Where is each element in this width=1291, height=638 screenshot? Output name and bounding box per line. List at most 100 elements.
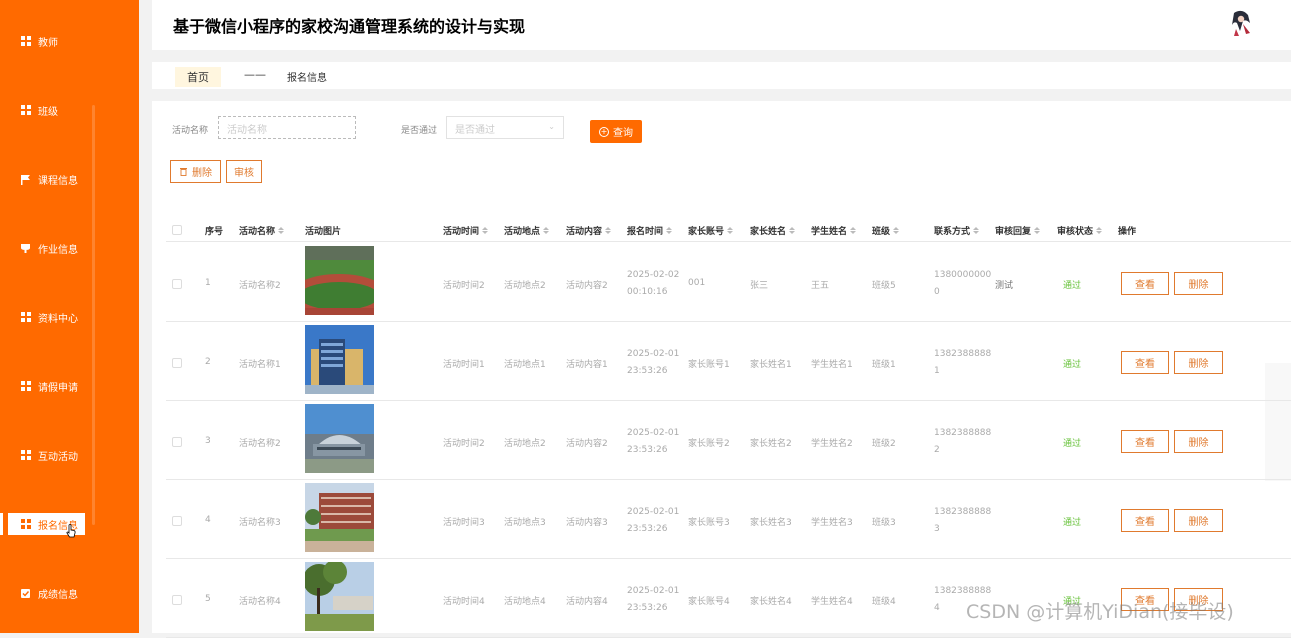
column-header[interactable]: 审核状态 xyxy=(1057,224,1103,237)
column-header[interactable]: 活动内容 xyxy=(566,224,612,237)
column-header[interactable]: 报名时间 xyxy=(627,224,673,237)
view-button[interactable]: 查看 xyxy=(1121,430,1169,453)
row-delete-button[interactable]: 删除 xyxy=(1174,509,1223,532)
row-delete-button[interactable]: 删除 xyxy=(1174,351,1223,374)
column-header[interactable]: 审核回复 xyxy=(995,224,1041,237)
cell-class: 班级5 xyxy=(872,281,896,291)
view-button[interactable]: 查看 xyxy=(1121,272,1169,295)
cell-activity-time: 活动时间3 xyxy=(443,518,485,528)
cell-class: 班级3 xyxy=(872,518,896,528)
cell-activity-place: 活动地点4 xyxy=(504,597,546,607)
sort-icon[interactable] xyxy=(278,227,285,234)
column-header[interactable]: 活动时间 xyxy=(443,224,489,237)
column-header[interactable]: 序号 xyxy=(205,224,223,237)
cell-parent-account: 001 xyxy=(688,278,706,288)
row-delete-button[interactable]: 删除 xyxy=(1174,430,1223,453)
row-checkbox[interactable] xyxy=(172,516,182,526)
view-button[interactable]: 查看 xyxy=(1121,351,1169,374)
cell-student-name: 学生姓名3 xyxy=(811,518,853,528)
search-button[interactable]: + 查询 xyxy=(590,120,642,143)
cell-class: 班级2 xyxy=(872,439,896,449)
sidebar-item-homework[interactable]: 作业信息 xyxy=(8,237,85,259)
cell-parent-name: 家长姓名1 xyxy=(750,360,792,370)
row-delete-button[interactable]: 删除 xyxy=(1174,272,1223,295)
cell-no: 4 xyxy=(205,515,211,525)
cell-activity-content: 活动内容4 xyxy=(566,597,608,607)
watermark: CSDN @计算机YiDian(接毕设) xyxy=(966,601,1234,623)
activity-image[interactable] xyxy=(305,404,374,473)
sidebar-item-teacher[interactable]: 教师 xyxy=(8,30,85,52)
row-checkbox[interactable] xyxy=(172,279,182,289)
sort-icon[interactable] xyxy=(482,227,489,234)
main-area: 基于微信小程序的家校沟通管理系统的设计与实现 首页 —— 报名信息 活动名称 活… xyxy=(152,0,1291,638)
sort-icon[interactable] xyxy=(543,227,550,234)
breadcrumb-current: 报名信息 xyxy=(287,73,327,84)
select-all-checkbox[interactable] xyxy=(172,225,182,235)
cell-no: 5 xyxy=(205,594,211,604)
column-header[interactable]: 活动地点 xyxy=(504,224,550,237)
cell-phone: 13823888883 xyxy=(934,507,992,534)
column-header[interactable]: 家长姓名 xyxy=(750,224,796,237)
activity-name-input[interactable]: 活动名称 xyxy=(218,116,356,139)
row-checkbox[interactable] xyxy=(172,358,182,368)
row-checkbox[interactable] xyxy=(172,437,182,447)
approved-select[interactable]: 是否通过 ⌄ xyxy=(446,116,564,139)
sidebar-item-label: 班级 xyxy=(38,106,58,118)
sidebar-item-label: 作业信息 xyxy=(38,244,78,256)
cell-phone: 13800000000 xyxy=(934,270,992,297)
activity-image[interactable] xyxy=(305,483,374,552)
sort-icon[interactable] xyxy=(789,227,796,234)
activity-image[interactable] xyxy=(305,562,374,631)
sort-icon[interactable] xyxy=(850,227,857,234)
plus-circle-icon: + xyxy=(599,126,609,137)
column-header[interactable]: 活动名称 xyxy=(239,224,285,237)
sort-icon[interactable] xyxy=(666,227,673,234)
column-header[interactable]: 家长账号 xyxy=(688,224,734,237)
view-button[interactable]: 查看 xyxy=(1121,509,1169,532)
status-badge: 通过 xyxy=(1063,360,1082,370)
cell-class: 班级4 xyxy=(872,597,896,607)
column-header: 操作 xyxy=(1118,227,1137,237)
column-header[interactable]: 班级 xyxy=(872,224,900,237)
column-header[interactable]: 联系方式 xyxy=(934,224,980,237)
cell-activity-place: 活动地点3 xyxy=(504,518,546,528)
sidebar-scrollbar[interactable] xyxy=(92,105,95,525)
sort-icon[interactable] xyxy=(1034,227,1041,234)
row-checkbox[interactable] xyxy=(172,595,182,605)
cell-activity-place: 活动地点2 xyxy=(504,439,546,449)
cell-activity-name: 活动名称3 xyxy=(239,518,281,528)
sidebar-item-activities[interactable]: 互动活动 xyxy=(8,444,85,466)
cell-parent-account: 家长账号4 xyxy=(688,597,730,607)
grid-icon xyxy=(20,105,31,116)
hand-cursor-icon xyxy=(66,524,76,538)
cell-no: 1 xyxy=(205,278,211,288)
breadcrumb-home[interactable]: 首页 xyxy=(175,67,221,87)
flag-icon xyxy=(20,174,31,185)
activity-name-label: 活动名称 xyxy=(172,126,209,136)
cell-signup-time: 2025-02-01 23:53:26 xyxy=(627,349,680,376)
grid-icon xyxy=(20,519,31,530)
audit-button[interactable]: 审核 xyxy=(226,160,262,183)
sidebar-item-resources[interactable]: 资料中心 xyxy=(8,306,85,328)
batch-delete-button[interactable]: 删除 xyxy=(170,160,221,183)
avatar[interactable] xyxy=(1228,9,1254,37)
sort-icon[interactable] xyxy=(1096,227,1103,234)
sidebar-item-grades[interactable]: 成绩信息 xyxy=(8,582,85,604)
sidebar-item-course[interactable]: 课程信息 xyxy=(8,168,85,190)
cell-no: 2 xyxy=(205,357,211,367)
status-badge: 通过 xyxy=(1063,518,1082,528)
sort-icon[interactable] xyxy=(605,227,612,234)
cell-parent-name: 家长姓名4 xyxy=(750,597,792,607)
cell-activity-name: 活动名称4 xyxy=(239,597,281,607)
sort-icon[interactable] xyxy=(727,227,734,234)
cell-class: 班级1 xyxy=(872,360,896,370)
activity-image[interactable] xyxy=(305,246,374,315)
chevron-down-icon: ⌄ xyxy=(548,122,555,131)
check-square-icon xyxy=(20,588,31,599)
sort-icon[interactable] xyxy=(973,227,980,234)
sort-icon[interactable] xyxy=(893,227,900,234)
activity-image[interactable] xyxy=(305,325,374,394)
sidebar-item-class[interactable]: 班级 xyxy=(8,99,85,121)
sidebar-item-leave[interactable]: 请假申请 xyxy=(8,375,85,397)
column-header[interactable]: 学生姓名 xyxy=(811,224,857,237)
